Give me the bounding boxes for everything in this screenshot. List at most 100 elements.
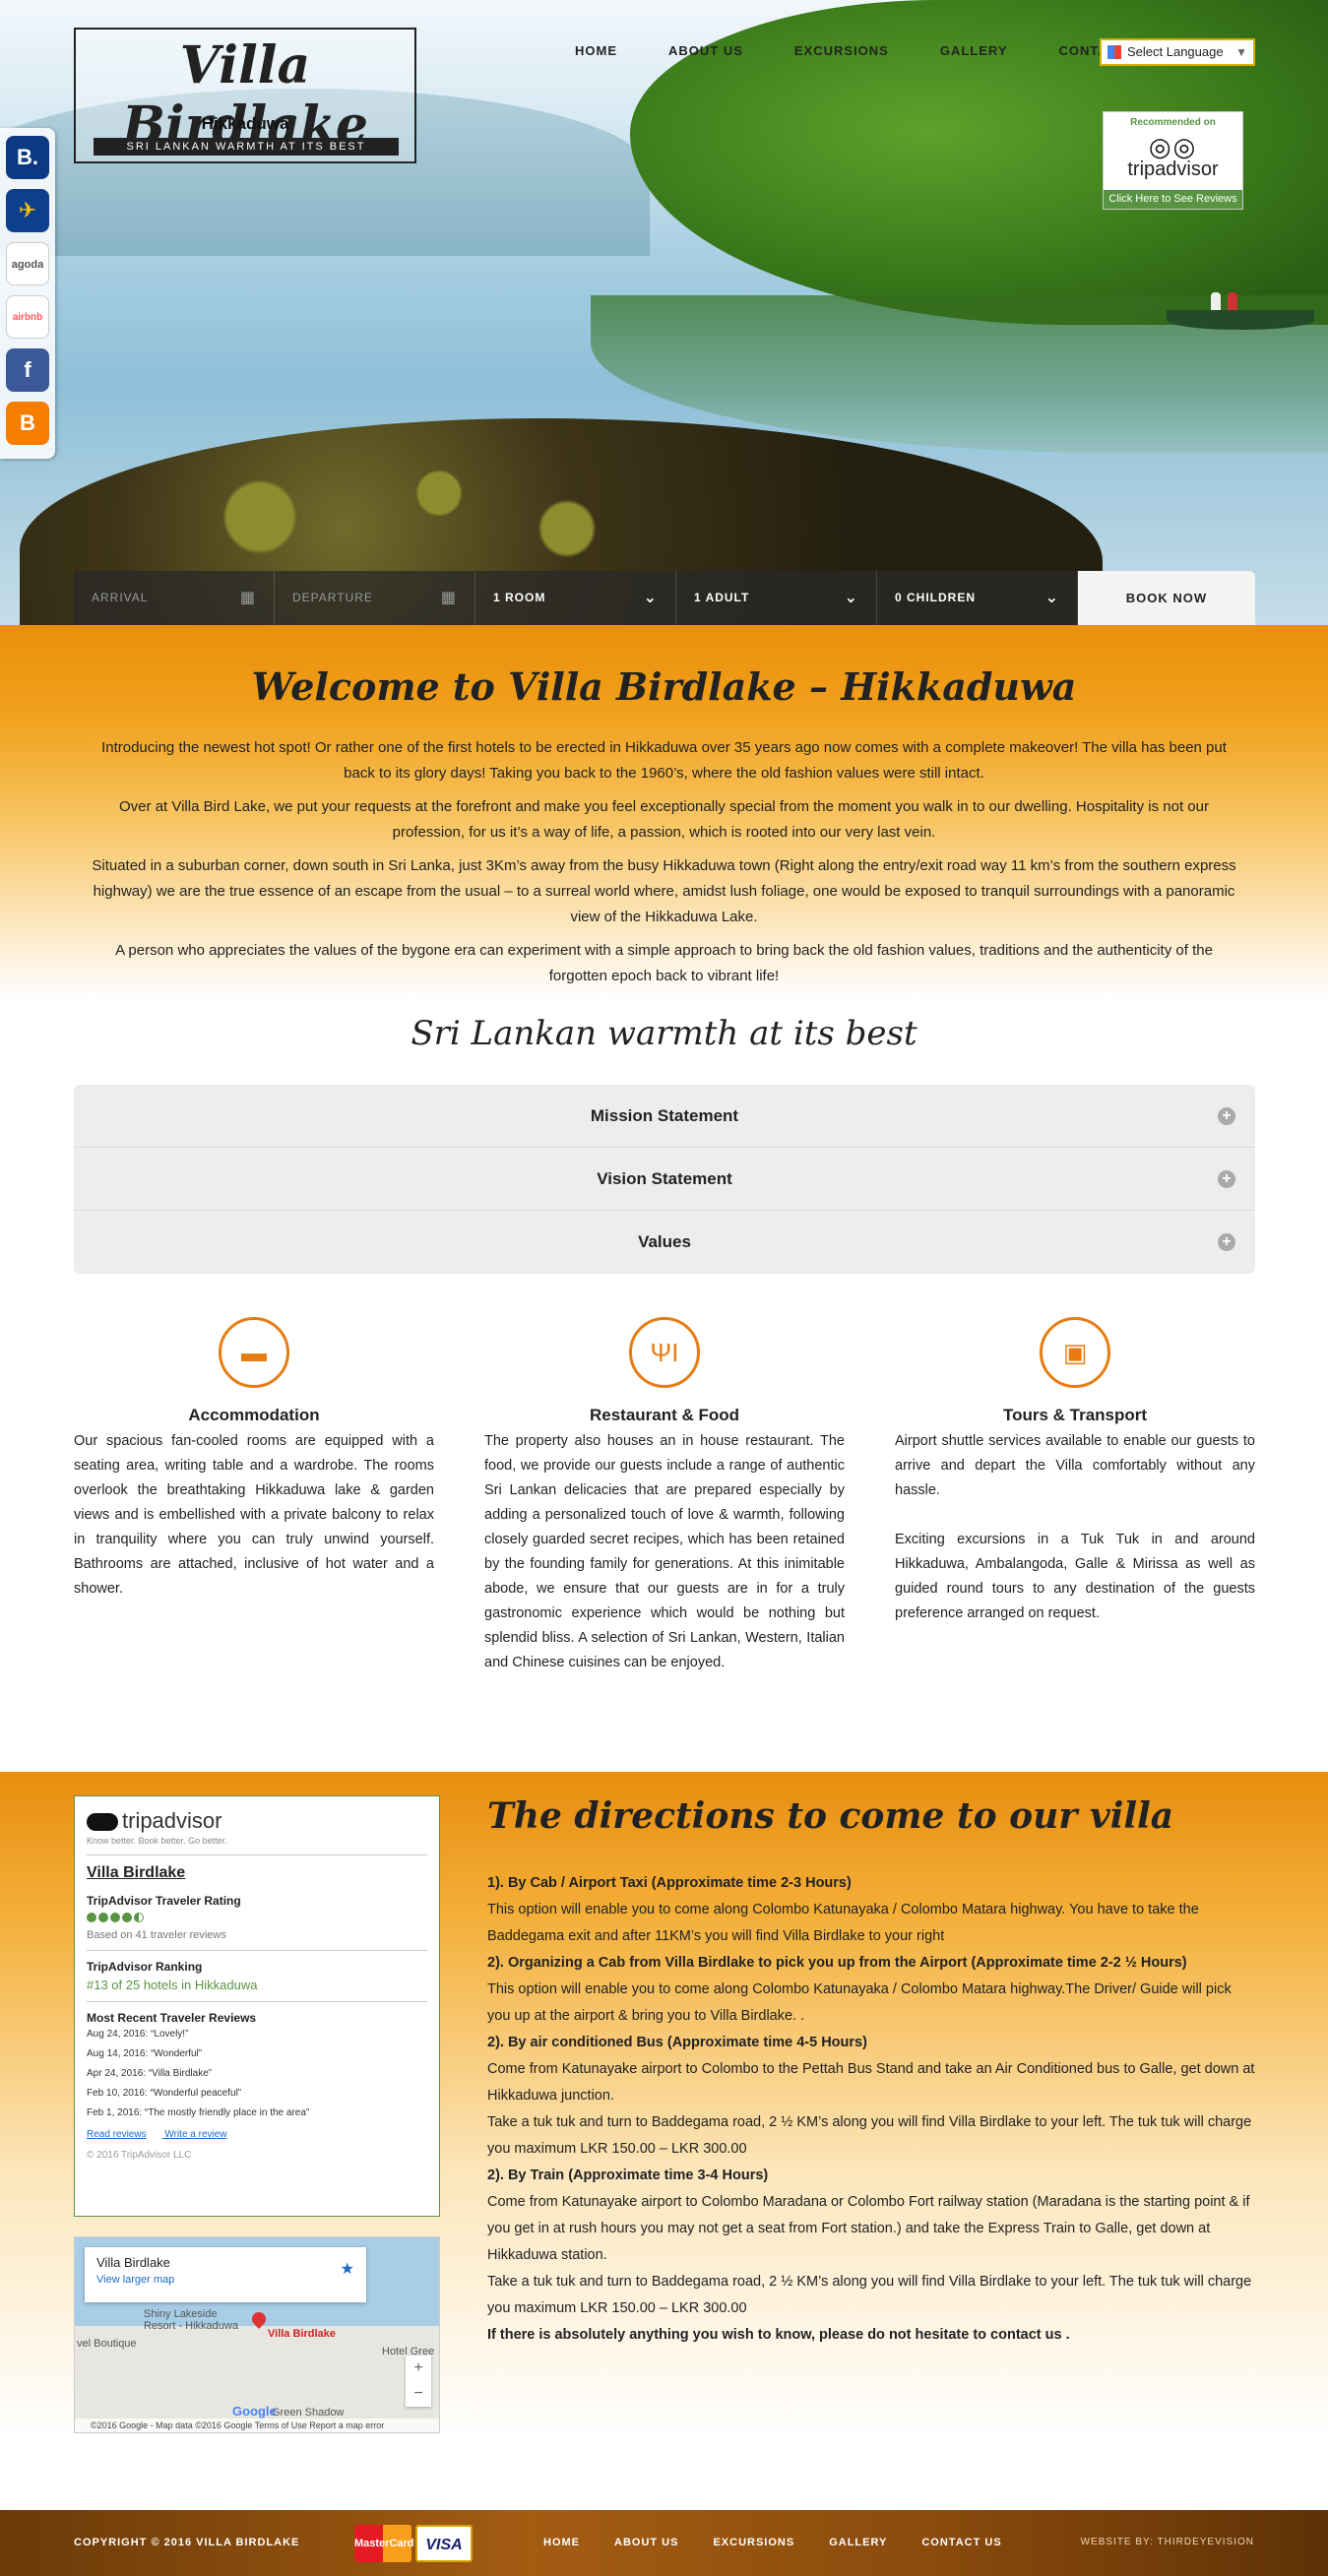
- tripadvisor-widget: tripadvisor Know better. Book better. Go…: [74, 1795, 440, 2217]
- write-review-link[interactable]: Write a review: [164, 2129, 226, 2140]
- footer-nav-gallery[interactable]: GALLERY: [829, 2537, 887, 2548]
- book-now-button[interactable]: BOOK NOW: [1078, 571, 1255, 625]
- map-footer: ©2016 Google - Map data ©2016 Google Ter…: [75, 2419, 439, 2432]
- adults-value: 1 ADULT: [694, 591, 750, 604]
- ta-review[interactable]: Feb 10, 2016: “Wonderful peaceful”: [87, 2084, 427, 2104]
- direction-heading: 1). By Cab / Airport Taxi (Approximate t…: [487, 1875, 852, 1891]
- logo-city: Hikkaduwa: [201, 114, 289, 133]
- hero-canoe: [1167, 292, 1314, 330]
- welcome-paragraph: Over at Villa Bird Lake, we put your req…: [119, 798, 1209, 841]
- rating-bubbles: [87, 1912, 427, 1925]
- adults-select[interactable]: 1 ADULT ⌄: [676, 571, 877, 625]
- ta-review[interactable]: Aug 14, 2016: “Wonderful”: [87, 2044, 427, 2064]
- ta-ranking[interactable]: #13 of 25 hotels in Hikkaduwa: [87, 1978, 427, 1992]
- expedia-icon[interactable]: ✈: [6, 189, 49, 232]
- rating-bubble-half-icon: [134, 1913, 144, 1922]
- blogger-icon[interactable]: B: [6, 402, 49, 445]
- departure-field[interactable]: DEPARTURE ▦: [275, 571, 475, 625]
- chevron-down-icon: ▼: [1235, 45, 1247, 59]
- rooms-value: 1 ROOM: [493, 591, 546, 604]
- agoda-icon[interactable]: agoda: [6, 242, 49, 285]
- direction-text: Come from Katunayake airport to Colombo …: [487, 2061, 1255, 2157]
- ta-ranking-label: TripAdvisor Ranking: [87, 1960, 203, 1974]
- welcome-section: Welcome to Villa Birdlake – Hikkaduwa In…: [0, 625, 1328, 999]
- ta-widget-logo[interactable]: tripadvisor: [87, 1808, 427, 1834]
- direction-heading: 2). Organizing a Cab from Villa Birdlake…: [487, 1955, 1187, 1971]
- language-select[interactable]: Select Language ▼: [1100, 38, 1255, 66]
- feature-text: Our spacious fan-cooled rooms are equipp…: [74, 1433, 434, 1597]
- section-tagline: Sri Lankan warmth at its best: [411, 1014, 917, 1053]
- site-logo[interactable]: Villa Birdlake Hikkaduwa SRI LANKAN WARM…: [74, 28, 416, 163]
- feature-text: Airport shuttle services available to en…: [895, 1433, 1255, 1621]
- accordion-vision[interactable]: Vision Statement +: [74, 1148, 1255, 1211]
- feature-text: The property also houses an in house res…: [484, 1433, 845, 1670]
- language-select-label: Select Language: [1127, 44, 1224, 59]
- ta-review[interactable]: Feb 1, 2016: “The mostly friendly place …: [87, 2104, 427, 2123]
- ta-review[interactable]: Aug 24, 2016: “Lovely!”: [87, 2025, 427, 2044]
- ta-rating-label: TripAdvisor Traveler Rating: [87, 1894, 241, 1908]
- star-icon[interactable]: ★: [341, 2259, 354, 2279]
- directions-title: The directions to come to our villa: [487, 1795, 1174, 1837]
- accordion-mission[interactable]: Mission Statement +: [74, 1085, 1255, 1148]
- divider: [87, 1950, 427, 1951]
- facebook-icon[interactable]: f: [6, 348, 49, 392]
- map-label: vel Boutique: [77, 2338, 137, 2350]
- rating-bubble-icon: [110, 1913, 120, 1922]
- direction-text: Come from Katunayake airport to Colombo …: [487, 2194, 1252, 2316]
- footer-nav-home[interactable]: HOME: [543, 2537, 580, 2548]
- view-larger-map-link[interactable]: View larger map: [96, 2274, 354, 2286]
- arrival-field[interactable]: ARRIVAL ▦: [74, 571, 275, 625]
- rooms-select[interactable]: 1 ROOM ⌄: [475, 571, 676, 625]
- directions-closing: If there is absolutely anything you wish…: [487, 2327, 1070, 2343]
- chevron-down-icon: ⌄: [844, 590, 858, 606]
- bed-icon: ▬: [219, 1317, 289, 1388]
- welcome-paragraph: Introducing the newest hot spot! Or rath…: [101, 739, 1227, 782]
- map-zoom-control[interactable]: + −: [406, 2356, 431, 2407]
- mastercard-icon: MasterCard: [354, 2525, 414, 2562]
- site-footer: COPYRIGHT © 2016 VILLA BIRDLAKE MasterCa…: [0, 2510, 1328, 2576]
- footer-nav-about-us[interactable]: ABOUT US: [614, 2537, 678, 2548]
- statements-accordion: Mission Statement + Vision Statement + V…: [74, 1085, 1255, 1274]
- map-info-card: Villa Birdlake View larger map ★: [85, 2247, 366, 2302]
- hero-banner: Villa Birdlake Hikkaduwa SRI LANKAN WARM…: [0, 0, 1328, 625]
- accordion-label: Mission Statement: [590, 1106, 739, 1125]
- footer-nav-contact-us[interactable]: CONTACT US: [921, 2537, 1001, 2548]
- booking-bar: ARRIVAL ▦ DEPARTURE ▦ 1 ROOM ⌄ 1 ADULT ⌄…: [74, 571, 1255, 625]
- footer-nav-excursions[interactable]: EXCURSIONS: [713, 2537, 794, 2548]
- google-logo: Google: [232, 2404, 277, 2419]
- feature-accommodation: ▬ Accommodation Our spacious fan-cooled …: [74, 1317, 434, 1675]
- ta-review[interactable]: Apr 24, 2016: “Villa Birdlake”: [87, 2064, 427, 2084]
- ta-badge-recommended: Recommended on: [1130, 117, 1216, 128]
- google-map[interactable]: Villa Birdlake View larger map ★ Villa B…: [74, 2236, 440, 2433]
- map-pin-label: Villa Birdlake: [268, 2328, 336, 2340]
- calendar-icon: ▦: [239, 590, 256, 606]
- tripadvisor-badge[interactable]: Recommended on ◎◎ tripadvisor Click Here…: [1103, 111, 1243, 210]
- read-reviews-link[interactable]: Read reviews: [87, 2129, 147, 2140]
- accordion-label: Vision Statement: [597, 1169, 732, 1188]
- plus-icon: +: [1218, 1233, 1235, 1251]
- nav-gallery[interactable]: GALLERY: [940, 43, 1008, 58]
- nav-about-us[interactable]: ABOUT US: [668, 43, 743, 58]
- rating-bubble-icon: [122, 1913, 132, 1922]
- nav-home[interactable]: HOME: [575, 43, 617, 58]
- ta-widget-slogan: Know better. Book better. Go better.: [87, 1836, 227, 1846]
- ta-reviews-label: Most Recent Traveler Reviews: [87, 2011, 257, 2025]
- tripadvisor-owl-icon: [87, 1813, 118, 1832]
- features-row: ▬ Accommodation Our spacious fan-cooled …: [74, 1317, 1255, 1675]
- accordion-label: Values: [638, 1232, 691, 1251]
- ta-badge-brand: tripadvisor: [1127, 158, 1219, 180]
- airbnb-icon[interactable]: airbnb: [6, 295, 49, 339]
- booking-icon[interactable]: B.: [6, 136, 49, 179]
- accordion-values[interactable]: Values +: [74, 1211, 1255, 1274]
- footer-credit[interactable]: WEBSITE BY: THIRDEYEVISION: [1081, 2537, 1254, 2547]
- payment-cards: MasterCard VISA: [354, 2525, 476, 2562]
- children-select[interactable]: 0 CHILDREN ⌄: [877, 571, 1078, 625]
- logo-tagline: SRI LANKAN WARMTH AT ITS BEST: [94, 138, 399, 156]
- ta-hotel-link[interactable]: Villa Birdlake: [87, 1864, 427, 1882]
- directions-section: tripadvisor Know better. Book better. Go…: [0, 1772, 1328, 2510]
- departure-placeholder: DEPARTURE: [292, 591, 373, 604]
- ta-based-on: Based on 41 traveler reviews: [87, 1929, 226, 1941]
- ta-badge-cta: Click Here to See Reviews: [1104, 190, 1242, 209]
- nav-excursions[interactable]: EXCURSIONS: [794, 43, 889, 58]
- feature-title: Restaurant & Food: [589, 1406, 740, 1424]
